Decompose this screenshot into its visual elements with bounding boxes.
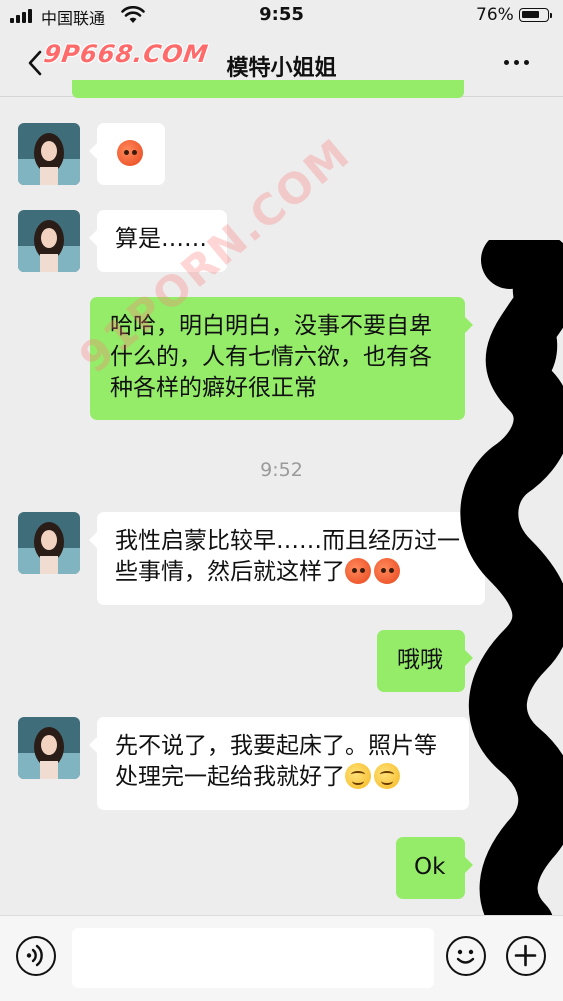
emoji-icon[interactable]	[446, 936, 486, 976]
battery-tip	[550, 13, 552, 18]
battery-percent: 76%	[476, 5, 514, 25]
smiling-face-emoji-icon	[345, 763, 371, 789]
more-dots-icon[interactable]	[504, 60, 529, 65]
message-input[interactable]	[72, 928, 434, 988]
message-bubble[interactable]: 我性启蒙比较早……而且经历过一些事情，然后就这样了	[89, 512, 485, 605]
plus-icon[interactable]	[506, 936, 546, 976]
chat-title[interactable]: 模特小姐姐	[0, 50, 563, 82]
avatar[interactable]	[18, 717, 80, 779]
voice-icon[interactable]	[16, 936, 56, 976]
message-text: 哦哦	[397, 647, 443, 673]
redaction-scribble	[460, 240, 563, 930]
message-bubble[interactable]: 先不说了，我要起床了。照片等处理完一起给我就好了	[89, 717, 469, 810]
status-bar: 中国联通 9:55 76%	[0, 0, 563, 32]
input-bar	[0, 915, 563, 1001]
hot-face-emoji-icon	[345, 558, 371, 584]
previous-message-bubble	[72, 80, 464, 98]
avatar[interactable]	[18, 210, 80, 272]
hot-face-emoji-icon	[117, 140, 143, 166]
avatar[interactable]	[18, 512, 80, 574]
message-text: 我性启蒙比较早……而且经历过一些事情，然后就这样了	[115, 528, 460, 585]
message-bubble[interactable]	[89, 123, 165, 185]
avatar[interactable]	[18, 123, 80, 185]
battery-icon	[519, 8, 549, 22]
hot-face-emoji-icon	[374, 558, 400, 584]
smiling-face-emoji-icon	[374, 763, 400, 789]
